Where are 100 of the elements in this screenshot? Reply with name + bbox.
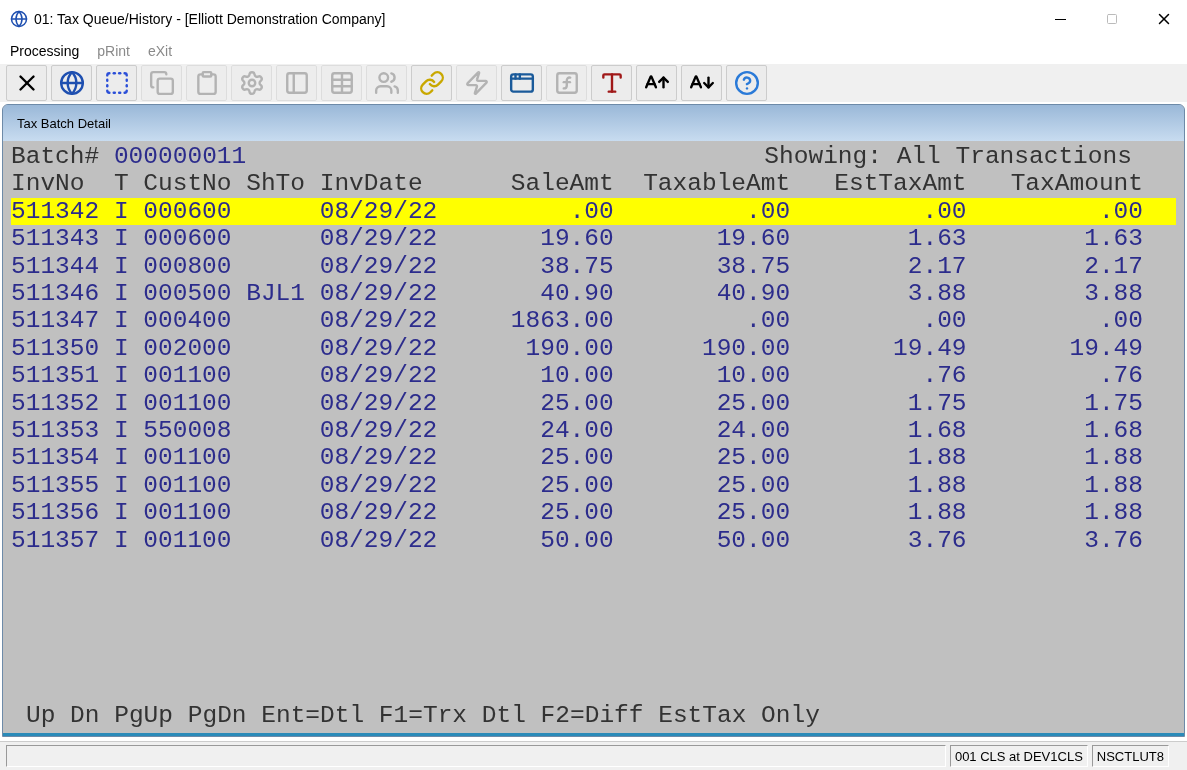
table-cell-text: 001100 <box>143 499 233 527</box>
table-cell-text: 24.00 <box>715 417 791 445</box>
table-cell: 08/29/22 <box>319 499 438 527</box>
table-cell-text: 38.75 <box>715 252 791 281</box>
table-row[interactable]: 511347 I 000400 08/29/22 1863.00 .00 .00 .00 <box>11 307 1176 335</box>
table-cell-text: 000600 <box>143 197 233 226</box>
table-cell: 08/29/22 <box>319 471 438 500</box>
table-row[interactable]: 511352 I 001100 08/29/22 25.00 25.00 1.75 1.75 <box>11 389 1176 418</box>
table-cell: 08/29/22 <box>319 307 438 335</box>
bolt-icon <box>463 70 490 96</box>
table-cell-text: 190.00 <box>524 334 614 363</box>
table-cell-text: 511353 <box>11 417 101 445</box>
table-cell-text: 511342 <box>11 197 101 226</box>
table-cell-text: .00 <box>1097 197 1143 226</box>
batch-number: 000000011 <box>113 143 247 171</box>
key-hints: Up Dn PgUp PgDn Ent=Dtl F1=Trx Dtl F2=Diff EstTax Only <box>25 701 821 729</box>
close-tool-button[interactable] <box>6 65 47 101</box>
table-cell-text: 001100 <box>143 526 233 555</box>
table-cell: 08/29/22 <box>319 280 438 308</box>
table-cell-text: .00 <box>921 307 967 335</box>
table-cell-text: 511357 <box>11 526 101 555</box>
table-cell: 08/29/22 <box>319 225 438 253</box>
table-cell-text: 002000 <box>143 334 233 363</box>
table-cell-text: 190.00 <box>700 334 791 363</box>
table-cell-text: 000600 <box>143 225 233 253</box>
users-icon <box>373 70 400 96</box>
column-header: ShTo <box>246 170 306 198</box>
table-cell-text: 1.75 <box>906 389 967 418</box>
table-cell-text: I <box>113 280 130 308</box>
table-cell-text: 511354 <box>11 444 101 472</box>
column-header: TaxAmount <box>1009 170 1143 198</box>
select-icon <box>103 70 130 96</box>
table-cell-text: 2.17 <box>906 252 967 281</box>
column-header: InvNo <box>11 170 86 198</box>
table-cell: 08/29/22 <box>319 197 438 226</box>
column-header: TaxableAmt <box>642 170 791 198</box>
menu-item[interactable]: Processing <box>10 43 80 59</box>
table-cell-text: 000800 <box>143 252 233 281</box>
table-cell-text: 10.00 <box>715 362 791 390</box>
table-cell: 08/29/22 <box>319 526 438 555</box>
table-row[interactable]: 511343 I 000600 08/29/22 19.60 19.60 1.63 1.63 <box>11 225 1176 253</box>
help-tool-button[interactable] <box>726 65 767 101</box>
table-cell-text: 001100 <box>143 471 233 500</box>
table-cell-text: 25.00 <box>715 471 791 500</box>
select-tool-button[interactable] <box>96 65 137 101</box>
table-cell-text: 1.88 <box>906 471 967 500</box>
link-tool-button[interactable] <box>411 65 452 101</box>
table-cell-text: 24.00 <box>539 417 614 445</box>
table-cell-text: 001100 <box>143 362 233 390</box>
table-cell: 08/29/22 <box>319 362 438 390</box>
table-cell-text: 511346 <box>11 280 101 308</box>
function-icon <box>553 70 580 96</box>
table-cell-text: 1.88 <box>906 499 967 527</box>
settings-icon <box>238 70 265 96</box>
table-cell-text: .76 <box>921 362 967 390</box>
table-cell-text: 25.00 <box>715 389 791 418</box>
maximize-icon <box>1106 13 1118 25</box>
table-cell-text: 511356 <box>11 499 101 527</box>
table-row[interactable]: 511342 I 000600 08/29/22 .00 .00 .00 .00 <box>11 197 1176 226</box>
table-row[interactable]: 511356 I 001100 08/29/22 25.00 25.00 1.88 1.88 <box>11 499 1176 527</box>
table-cell-text: 511350 <box>11 334 101 363</box>
table-cell-text: 1.88 <box>906 444 967 472</box>
table-cell-text: I <box>113 471 130 500</box>
table-cell-text: .00 <box>568 197 614 226</box>
table-cell-text: I <box>113 197 130 226</box>
table-cell-text: I <box>113 526 130 555</box>
table-row[interactable]: 511354 I 001100 08/29/22 25.00 25.00 1.88 1.88 <box>11 444 1176 472</box>
table-row[interactable]: 511351 I 001100 08/29/22 10.00 10.00 .76 .76 <box>11 362 1176 390</box>
table-cell-text: 511343 <box>11 225 101 253</box>
table-cell-text: 50.00 <box>539 526 614 555</box>
table-row[interactable]: 511355 I 001100 08/29/22 25.00 25.00 1.88 1.88 <box>11 471 1176 500</box>
screen-tool-button[interactable] <box>501 65 542 101</box>
column-header: T <box>113 170 130 198</box>
bigger-tool-button[interactable] <box>636 65 677 101</box>
text-tool-button[interactable] <box>591 65 632 101</box>
table-cell-text: I <box>113 444 130 472</box>
table-row[interactable]: 511344 I 000800 08/29/22 38.75 38.75 2.17 2.17 <box>11 252 1176 281</box>
table-cell-text: 19.49 <box>1068 334 1143 363</box>
table-cell-text: 1.88 <box>1083 499 1143 527</box>
table-cell-text: 25.00 <box>715 499 791 527</box>
table-row[interactable]: 511350 I 002000 08/29/22 190.00 190.00 19.49 19.49 <box>11 334 1176 363</box>
table-cell-text: 19.60 <box>715 225 791 253</box>
table-cell-text: 511347 <box>11 307 101 335</box>
globe-tool-button[interactable] <box>51 65 92 101</box>
table-cell-text: .76 <box>1097 362 1143 390</box>
table-cell-text: I <box>113 225 130 253</box>
column-header: EstTaxAmt <box>833 170 967 198</box>
table-cell-text: 511351 <box>11 362 101 390</box>
table-cell-text: I <box>113 499 130 527</box>
table-cell-text: I <box>113 307 130 335</box>
smaller-tool-button[interactable] <box>681 65 722 101</box>
table-row[interactable]: 511353 I 550008 08/29/22 24.00 24.00 1.68 1.68 <box>11 417 1176 445</box>
table-row[interactable]: 511357 I 001100 08/29/22 50.00 50.00 3.76 3.76 <box>11 526 1176 555</box>
window-title: 01: Tax Queue/History - [Elliott Demonstration Company] <box>34 11 387 27</box>
app-globe-icon <box>10 10 28 28</box>
table-cell-text: 2.17 <box>1083 252 1143 281</box>
column-header: InvDate <box>319 170 424 198</box>
table-cell-text: 10.00 <box>539 362 614 390</box>
table-cell-text: 511352 <box>11 389 101 418</box>
table-row[interactable]: 511346 I 000500 BJL1 08/29/22 40.90 40.90 3.88 3.88 <box>11 280 1176 308</box>
